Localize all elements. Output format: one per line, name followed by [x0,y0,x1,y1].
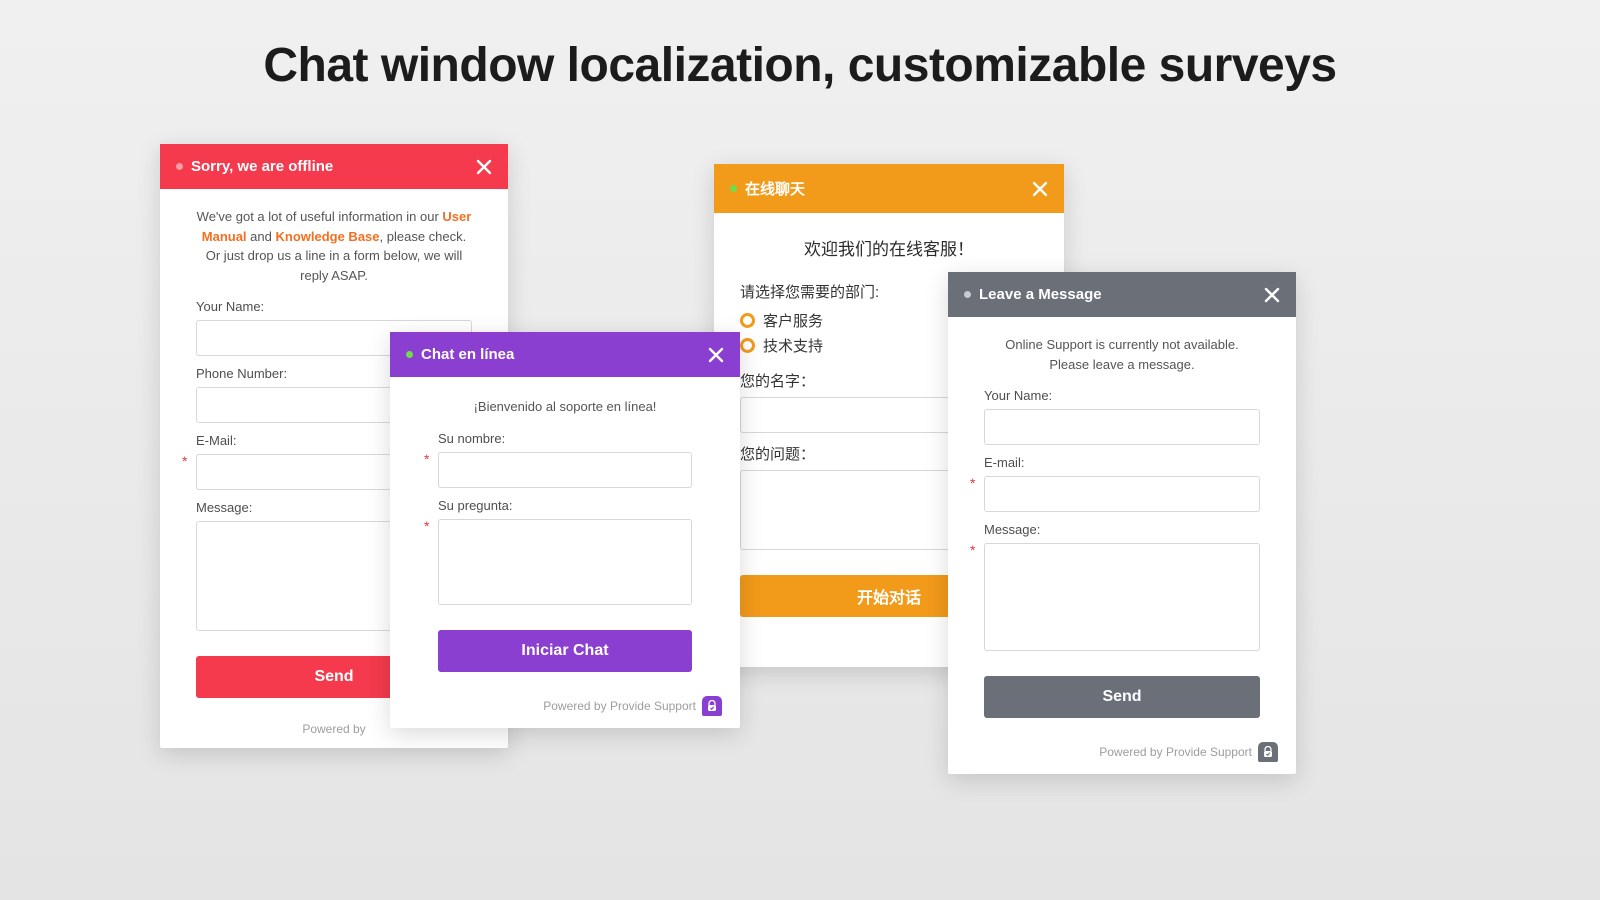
chat-title: 在线聊天 [745,178,805,199]
chat-window-leave-message: Leave a Message Online Support is curren… [948,272,1296,774]
page-title: Chat window localization, customizable s… [0,0,1600,93]
your-name-label: Your Name: [984,388,1260,403]
message-textarea[interactable] [984,543,1260,651]
chat-title: Sorry, we are offline [191,158,333,175]
department-option-label: 技术支持 [763,335,823,356]
iniciar-chat-button[interactable]: Iniciar Chat [438,630,692,672]
chat-window-online-es: Chat en línea ¡Bienvenido al soporte en … [390,332,740,728]
status-dot-offline [964,291,971,298]
su-nombre-input[interactable] [438,452,692,488]
powered-by: Powered by Provide Support [390,686,740,728]
send-button[interactable]: Send [984,676,1260,718]
close-icon[interactable] [1264,287,1280,303]
status-dot-online [730,185,737,192]
department-option-label: 客户服务 [763,310,823,331]
powered-by: Powered by Provide Support [948,732,1296,774]
your-name-input[interactable] [984,409,1260,445]
chat-title: Leave a Message [979,286,1102,303]
status-dot-offline [176,163,183,170]
su-pregunta-textarea[interactable] [438,519,692,605]
status-dot-online [406,351,413,358]
lock-icon [1258,742,1278,762]
your-name-label: Your Name: [196,299,472,314]
su-pregunta-label: Su pregunta: [438,498,692,513]
message-label: Message: [984,522,1260,537]
close-icon[interactable] [1032,181,1048,197]
radio-icon [740,338,755,353]
chat-header: 在线聊天 [714,164,1064,213]
knowledge-base-link[interactable]: Knowledge Base [275,229,379,244]
intro-text: We've got a lot of useful information in… [196,207,472,285]
required-asterisk: * [424,451,429,467]
required-asterisk: * [424,518,429,534]
intro-text: 欢迎我们的在线客服！ [740,237,1038,263]
close-icon[interactable] [476,159,492,175]
required-asterisk: * [182,453,187,469]
chat-title: Chat en línea [421,346,514,363]
required-asterisk: * [970,475,975,491]
email-label: E-mail: [984,455,1260,470]
chat-header: Leave a Message [948,272,1296,317]
intro-text: Online Support is currently not availabl… [984,335,1260,374]
chat-header: Chat en línea [390,332,740,377]
email-input[interactable] [984,476,1260,512]
chat-header: Sorry, we are offline [160,144,508,189]
required-asterisk: * [970,542,975,558]
su-nombre-label: Su nombre: [438,431,692,446]
intro-text: ¡Bienvenido al soporte en línea! [438,397,692,417]
lock-icon [702,696,722,716]
close-icon[interactable] [708,347,724,363]
radio-icon [740,313,755,328]
